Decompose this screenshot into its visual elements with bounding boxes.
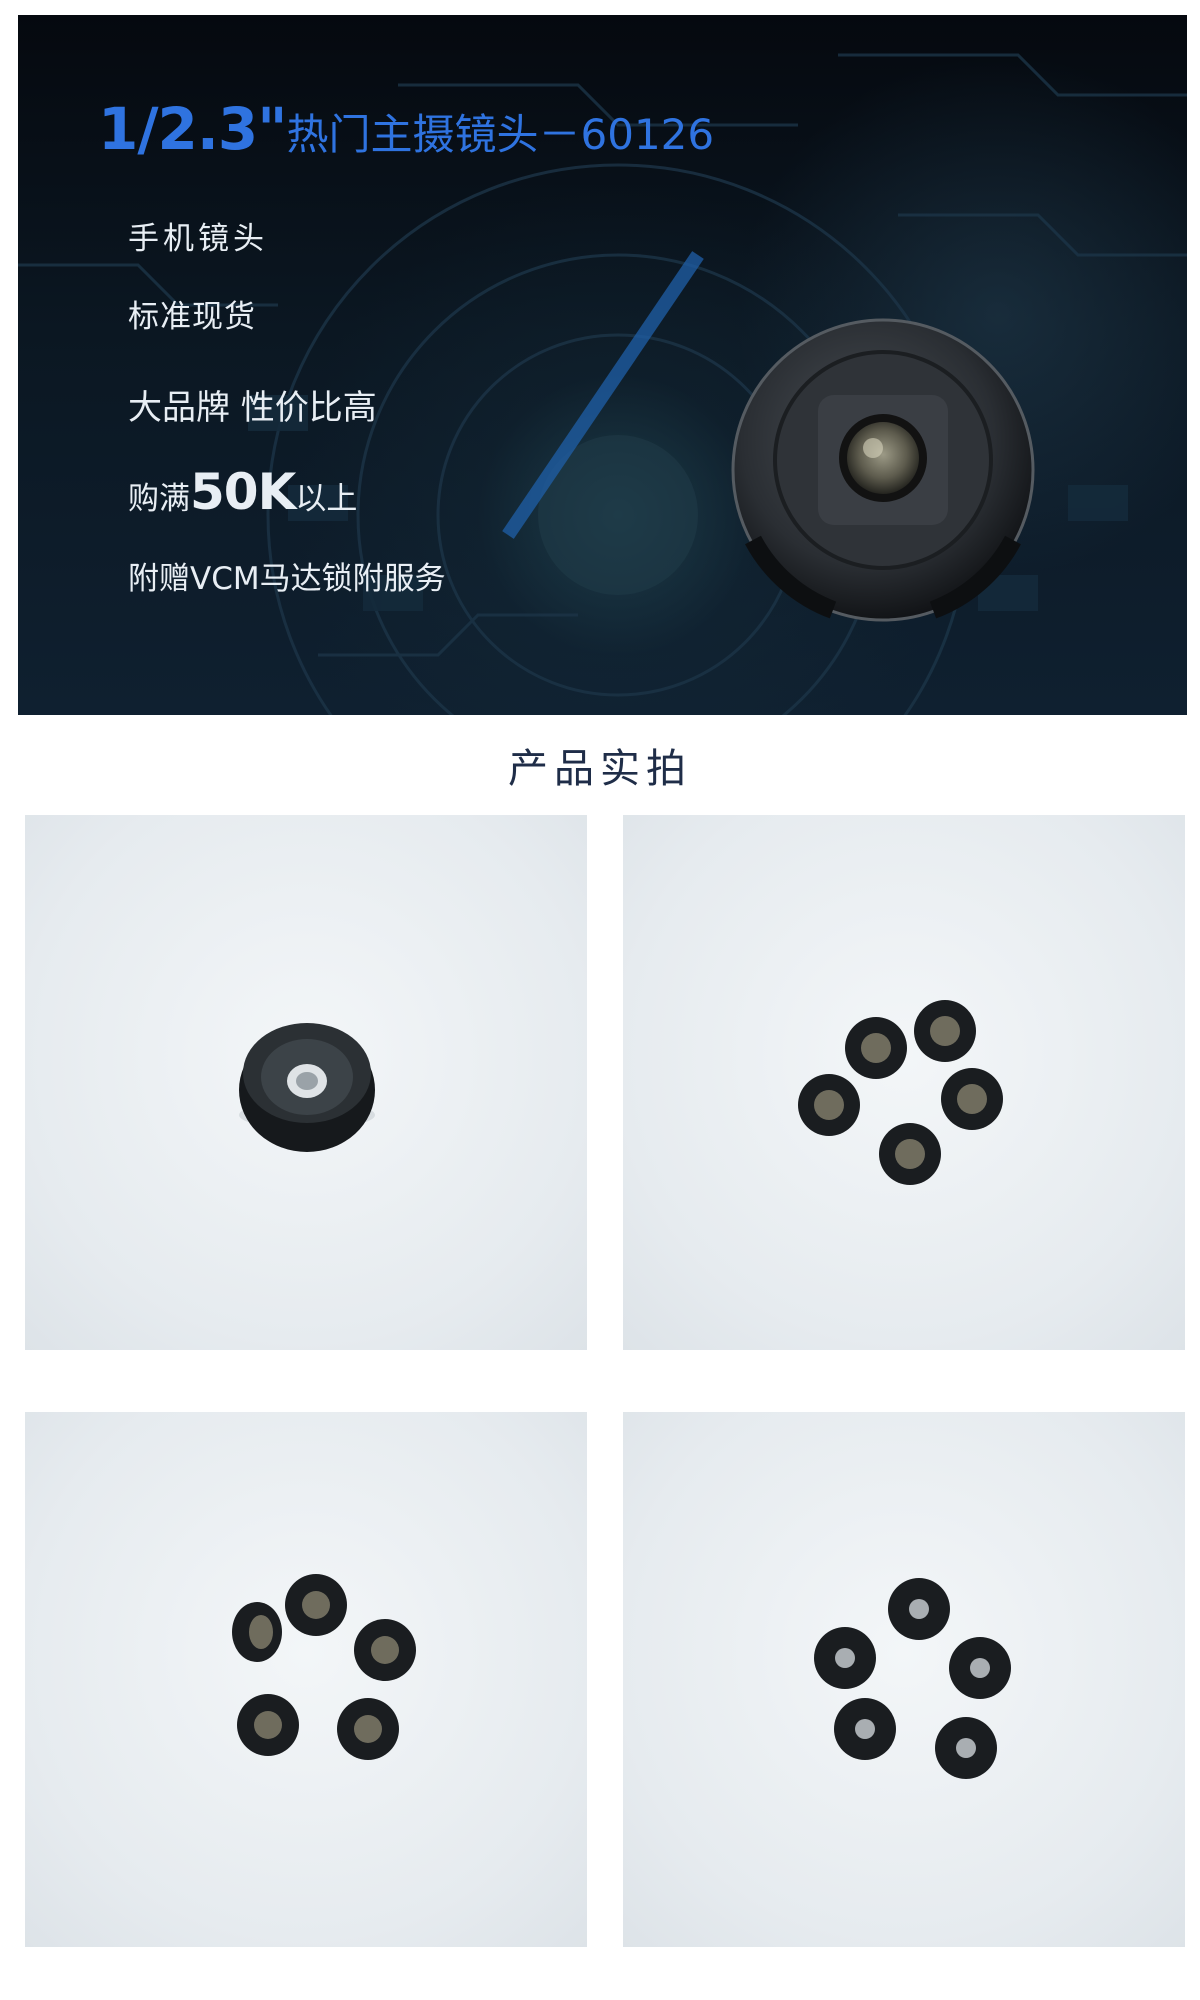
product-photo-single [25, 815, 587, 1350]
lens-group-icon [232, 1574, 416, 1760]
single-lens-icon [239, 1023, 375, 1152]
feature-purchase-prefix: 购满 [128, 481, 190, 517]
camera-lens-icon [731, 318, 1035, 622]
feature-standard-stock: 标准现货 [128, 299, 256, 335]
hero-banner: 1/2.3"热门主摄镜头－60126 手机镜头 标准现货 大品牌 性价比高 购满… [18, 15, 1187, 715]
product-photo-five-lenses-c [623, 1412, 1185, 1947]
feature-brand-value: 大品牌 性价比高 [128, 388, 377, 428]
lens-group-icon [814, 1578, 1011, 1779]
feature-phone-lens: 手机镜头 [128, 221, 268, 257]
hero-title-name: 热门主摄镜头－60126 [286, 110, 715, 159]
product-photo-five-lenses-a [623, 815, 1185, 1350]
feature-purchase-amount: 50K [190, 463, 296, 521]
hero-title-model: 1/2.3" [98, 95, 288, 163]
feature-vcm-service: 附赠VCM马达锁附服务 [128, 561, 446, 597]
product-photo-five-lenses-b [25, 1412, 587, 1947]
feature-purchase-threshold: 购满50K以上 [128, 463, 357, 521]
hero-title: 1/2.3"热门主摄镜头－60126 [98, 95, 714, 163]
feature-purchase-suffix: 以上 [295, 481, 358, 517]
lens-group-icon [798, 1000, 1003, 1185]
product-photos-heading: 产品实拍 [508, 746, 692, 792]
